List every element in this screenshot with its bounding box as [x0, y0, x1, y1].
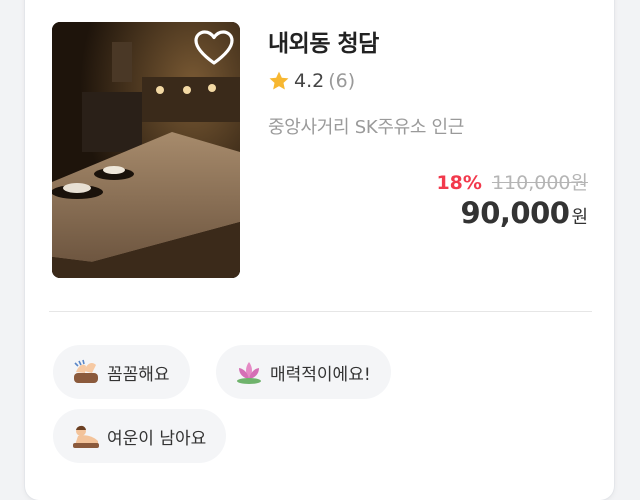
star-icon	[269, 71, 289, 90]
sale-price: 90,000	[460, 196, 570, 230]
review-tag[interactable]: 꼼꼼해요	[53, 345, 190, 399]
rating-score: 4.2	[294, 70, 325, 92]
rating: 4.2 (6)	[268, 70, 355, 92]
location-text: 중앙사거리 SK주유소 인근	[268, 117, 465, 138]
favorite-heart-icon[interactable]	[194, 30, 234, 66]
currency-unit: 원	[571, 207, 588, 228]
relaxing-person-icon	[73, 425, 99, 448]
discount-rate: 18%	[436, 172, 482, 194]
price-row: 90,000 원	[461, 196, 588, 230]
lotus-icon	[237, 362, 261, 384]
massage-hands-icon	[74, 359, 98, 383]
review-tag-label: 꼼꼼해요	[107, 364, 170, 385]
original-price: 110,000원	[491, 172, 588, 194]
divider	[49, 311, 592, 312]
review-tag-label: 여운이 남아요	[107, 428, 207, 449]
review-tag[interactable]: 매력적이에요!	[216, 345, 391, 399]
listing-title[interactable]: 내외동 청담	[268, 24, 379, 58]
review-tag[interactable]: 여운이 남아요	[53, 409, 227, 463]
review-count[interactable]: (6)	[328, 70, 355, 92]
review-tag-label: 매력적이에요!	[270, 364, 371, 385]
discount-row: 18% 110,000원	[436, 168, 588, 195]
